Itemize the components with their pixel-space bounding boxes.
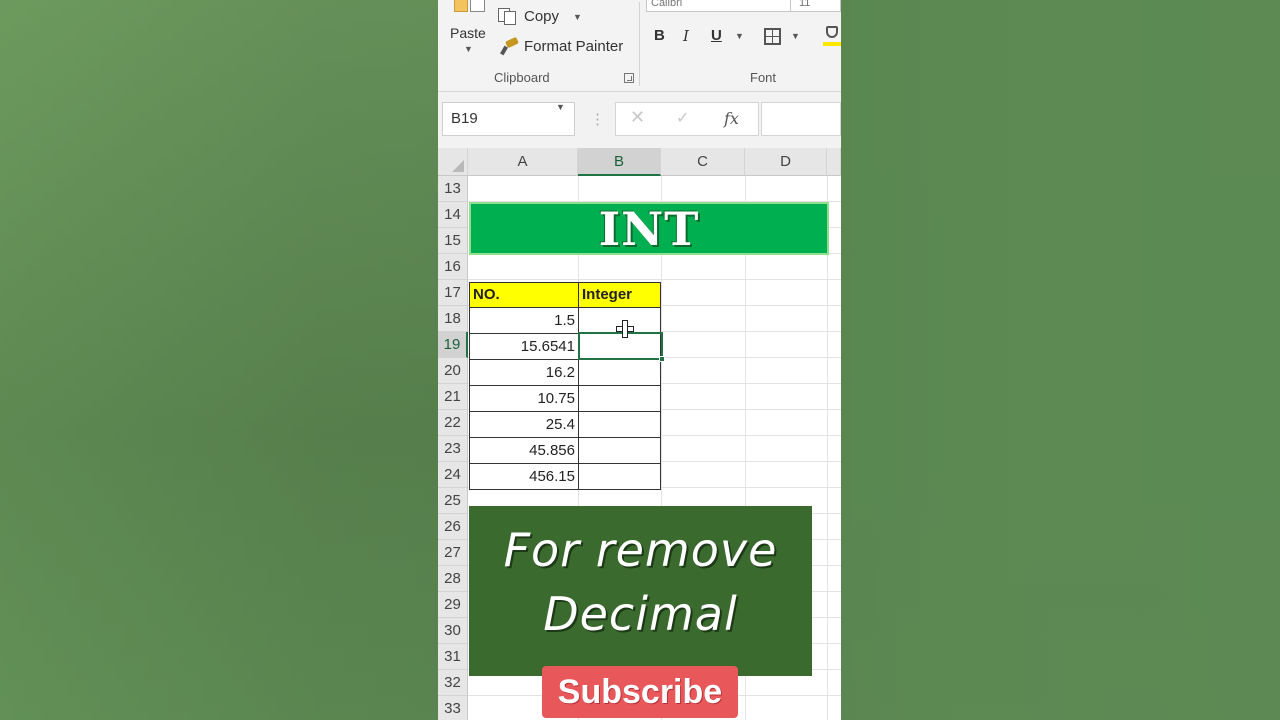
header-cell-integer[interactable]: Integer bbox=[578, 282, 661, 308]
column-header-partial[interactable] bbox=[827, 148, 841, 176]
row-header[interactable]: 32 bbox=[438, 670, 468, 696]
underline-button[interactable]: U bbox=[711, 27, 722, 44]
ribbon: Paste ▼ Copy ▼ Format Painter Clipboard … bbox=[438, 0, 841, 92]
paste-button[interactable]: Paste bbox=[450, 25, 486, 41]
subscribe-label: Subscribe bbox=[557, 673, 723, 711]
insert-function-icon[interactable]: fx bbox=[724, 109, 739, 128]
fill-color-icon[interactable] bbox=[823, 26, 841, 48]
int-title: INT bbox=[598, 202, 700, 256]
copy-icon bbox=[498, 8, 518, 25]
fill-handle[interactable] bbox=[659, 356, 665, 362]
row-header[interactable]: 26 bbox=[438, 514, 468, 540]
row-header[interactable]: 18 bbox=[438, 306, 468, 332]
cancel-icon[interactable]: ✕ bbox=[630, 107, 645, 128]
borders-icon[interactable] bbox=[764, 28, 781, 45]
underline-dropdown-icon[interactable]: ▼ bbox=[735, 31, 744, 41]
number-cell[interactable]: 45.856 bbox=[469, 437, 579, 464]
integer-cell[interactable] bbox=[578, 463, 661, 490]
ribbon-divider bbox=[639, 2, 640, 86]
gridline bbox=[468, 279, 841, 280]
worksheet-grid[interactable]: A B C D 13 14 15 16 17 18 19 20 21 22 23… bbox=[438, 148, 841, 720]
font-group-label: Font bbox=[750, 70, 777, 85]
format-painter-button[interactable]: Format Painter bbox=[500, 36, 624, 55]
italic-button[interactable]: I bbox=[683, 27, 689, 45]
row-header[interactable]: 16 bbox=[438, 254, 468, 280]
excel-window: Paste ▼ Copy ▼ Format Painter Clipboard … bbox=[438, 0, 841, 720]
copy-label: Copy bbox=[524, 8, 560, 25]
background-left bbox=[0, 0, 438, 720]
number-cell[interactable]: 10.75 bbox=[469, 385, 579, 412]
row-header[interactable]: 22 bbox=[438, 410, 468, 436]
number-cell[interactable]: 16.2 bbox=[469, 359, 579, 386]
format-painter-icon bbox=[500, 36, 519, 55]
name-box-dropdown-icon[interactable]: ▼ bbox=[556, 102, 565, 112]
number-cell[interactable]: 456.15 bbox=[469, 463, 579, 490]
row-header[interactable]: 13 bbox=[438, 176, 468, 202]
cell-cursor-icon bbox=[616, 320, 634, 338]
background-right bbox=[841, 0, 1280, 720]
row-header-selected[interactable]: 19 bbox=[438, 332, 468, 358]
row-header[interactable]: 25 bbox=[438, 488, 468, 514]
clipboard-group-label: Clipboard bbox=[494, 70, 550, 85]
select-all-button[interactable] bbox=[438, 148, 468, 176]
subscribe-button[interactable]: Subscribe bbox=[542, 666, 738, 718]
column-header-b[interactable]: B bbox=[578, 148, 661, 176]
formula-bar-grip-icon[interactable]: ⋮ bbox=[590, 110, 605, 128]
row-header[interactable]: 17 bbox=[438, 280, 468, 306]
number-cell[interactable]: 1.5 bbox=[469, 307, 579, 334]
copy-dropdown-icon[interactable]: ▼ bbox=[573, 12, 582, 22]
gridline bbox=[827, 176, 828, 720]
number-cell[interactable]: 25.4 bbox=[469, 411, 579, 438]
row-header[interactable]: 30 bbox=[438, 618, 468, 644]
paste-icon[interactable] bbox=[452, 0, 488, 16]
promo-caption: For remove Decimal bbox=[469, 506, 812, 676]
row-header[interactable]: 14 bbox=[438, 202, 468, 228]
promo-line-1: For remove bbox=[503, 523, 778, 577]
number-cell[interactable]: 15.6541 bbox=[469, 333, 579, 360]
font-name-select[interactable]: Calibri bbox=[646, 0, 792, 12]
enter-icon[interactable]: ✓ bbox=[676, 108, 689, 128]
format-painter-label: Format Painter bbox=[524, 38, 624, 55]
integer-cell[interactable] bbox=[578, 411, 661, 438]
row-header[interactable]: 20 bbox=[438, 358, 468, 384]
integer-cell[interactable] bbox=[578, 359, 661, 386]
column-header-a[interactable]: A bbox=[468, 148, 578, 176]
integer-cell[interactable] bbox=[578, 385, 661, 412]
row-header[interactable]: 23 bbox=[438, 436, 468, 462]
row-header[interactable]: 15 bbox=[438, 228, 468, 254]
column-header-d[interactable]: D bbox=[745, 148, 827, 176]
promo-line-2: Decimal bbox=[543, 587, 738, 641]
row-header[interactable]: 28 bbox=[438, 566, 468, 592]
borders-dropdown-icon[interactable]: ▼ bbox=[791, 31, 800, 41]
row-header[interactable]: 31 bbox=[438, 644, 468, 670]
bold-button[interactable]: B bbox=[654, 27, 665, 44]
copy-button[interactable]: Copy ▼ bbox=[498, 8, 582, 25]
formula-input[interactable] bbox=[761, 102, 841, 136]
formula-bar: B19 ▼ ⋮ ✕ ✓ fx bbox=[438, 92, 841, 148]
row-header[interactable]: 24 bbox=[438, 462, 468, 488]
int-title-banner[interactable]: INT bbox=[469, 202, 829, 255]
font-size-select[interactable]: 11 bbox=[790, 0, 841, 12]
row-header[interactable]: 29 bbox=[438, 592, 468, 618]
header-cell-no[interactable]: NO. bbox=[469, 282, 579, 308]
row-header[interactable]: 21 bbox=[438, 384, 468, 410]
clipboard-launcher-icon[interactable] bbox=[624, 73, 634, 83]
paste-dropdown-icon[interactable]: ▼ bbox=[464, 44, 473, 54]
row-header[interactable]: 33 bbox=[438, 696, 468, 720]
formula-buttons: ✕ ✓ fx bbox=[615, 102, 759, 136]
row-header[interactable]: 27 bbox=[438, 540, 468, 566]
integer-cell[interactable] bbox=[578, 437, 661, 464]
column-header-c[interactable]: C bbox=[661, 148, 745, 176]
